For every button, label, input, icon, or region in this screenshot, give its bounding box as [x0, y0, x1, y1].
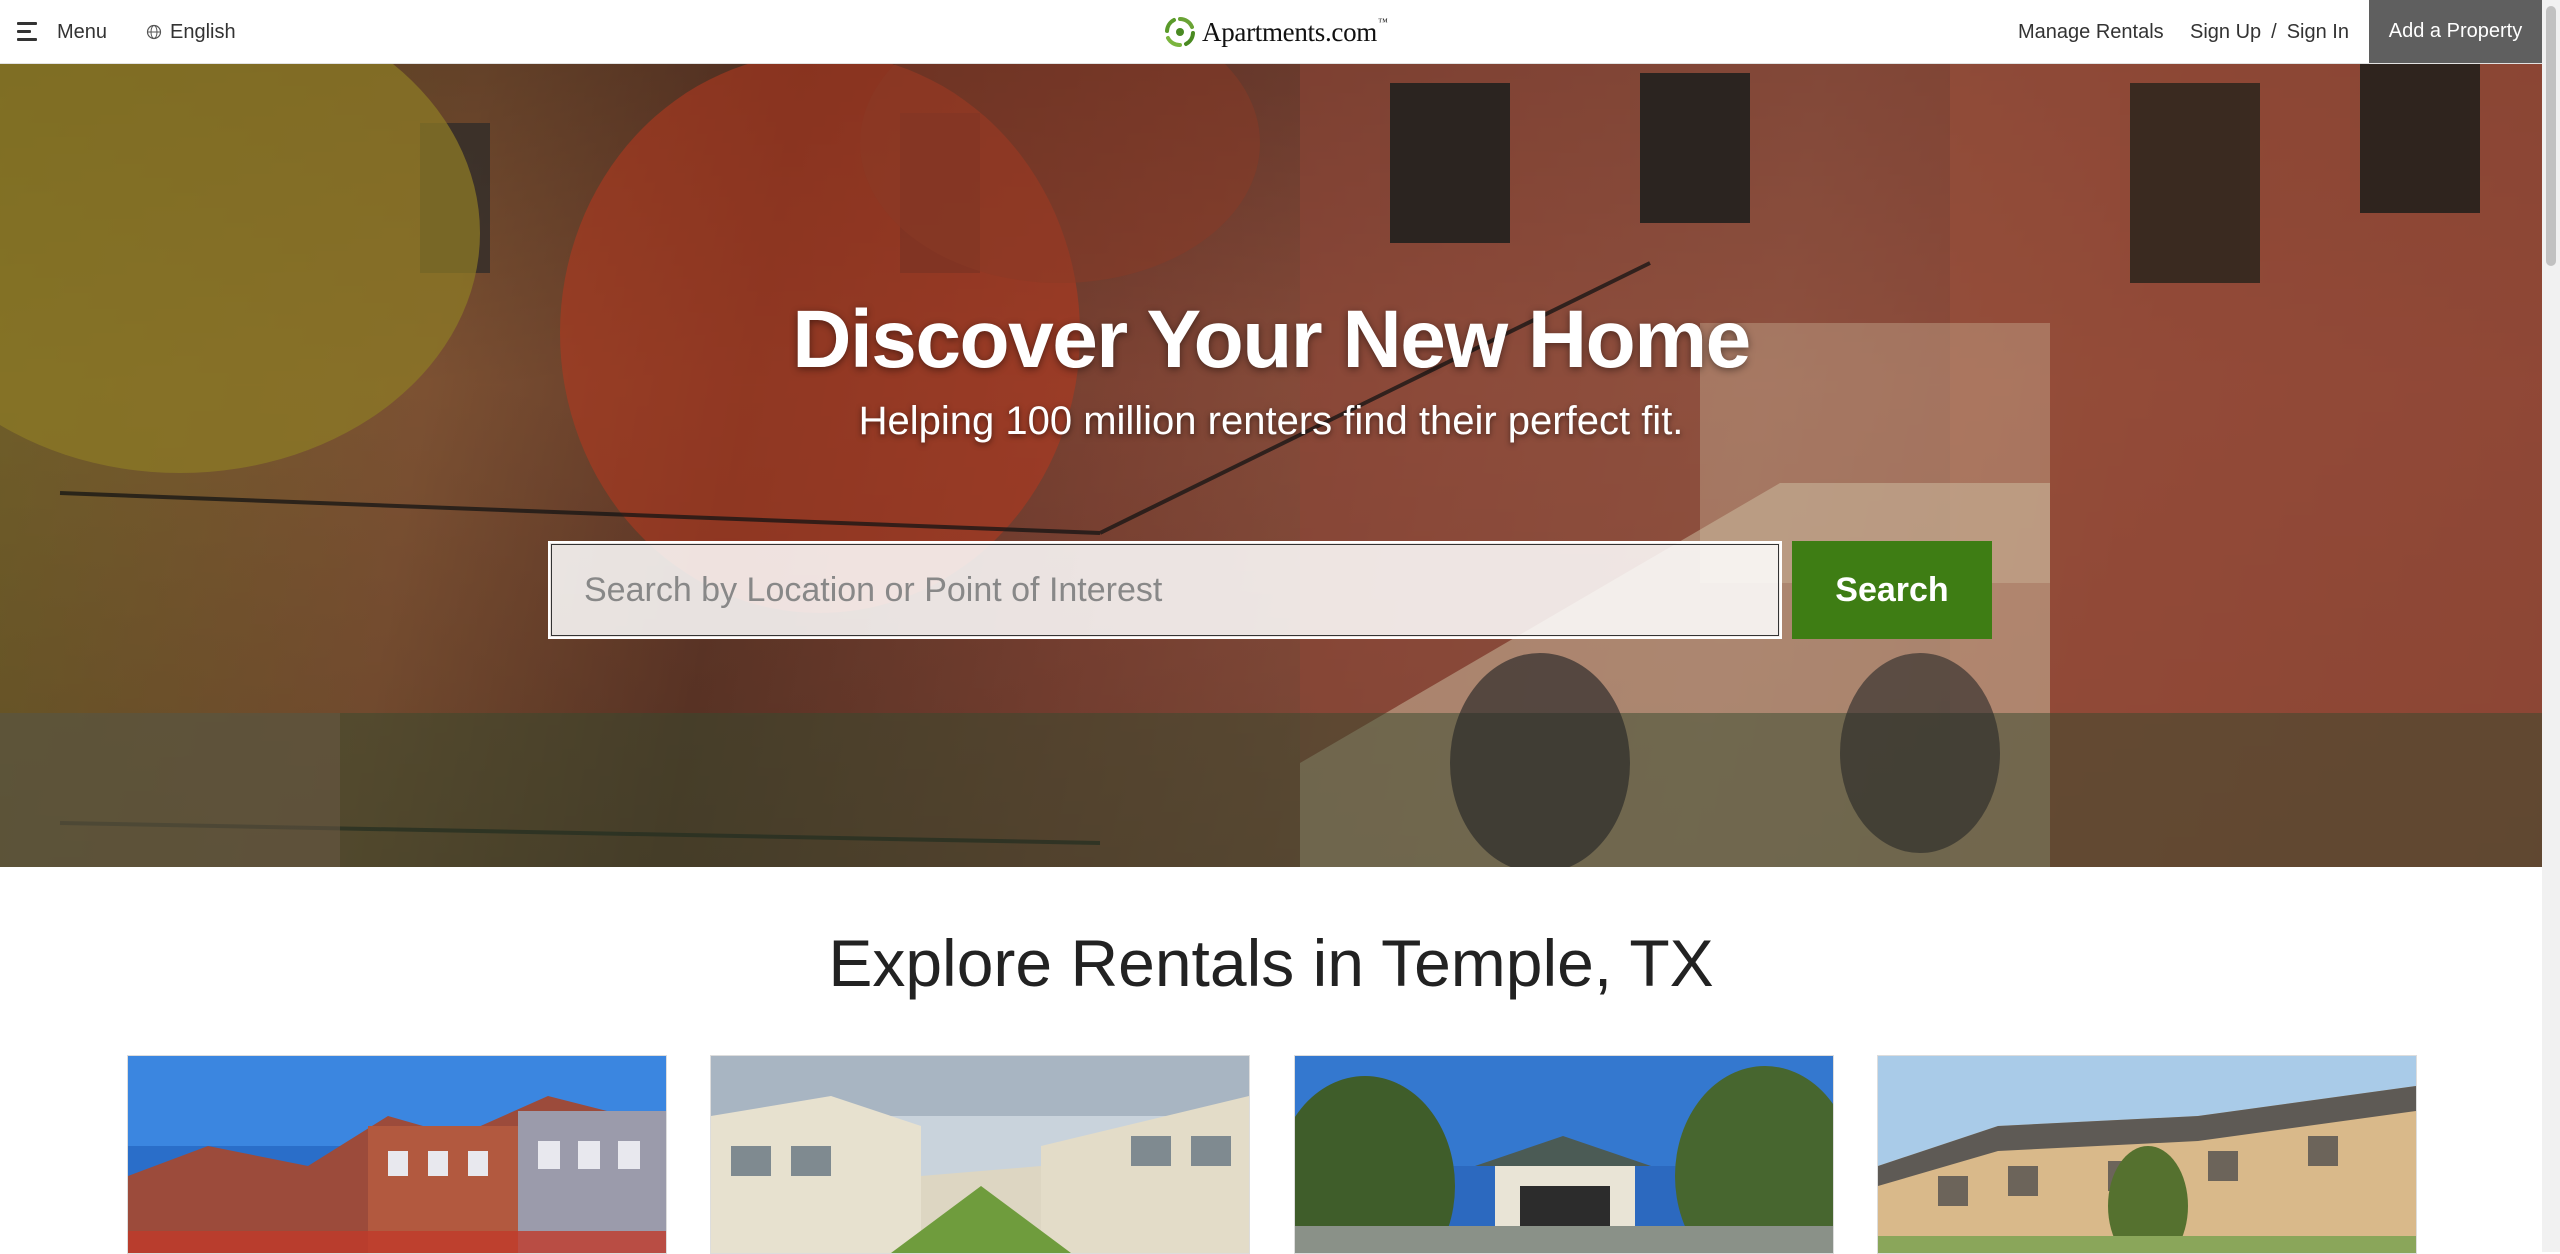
listing-photo — [1878, 1056, 2416, 1253]
menu-button[interactable]: Menu — [17, 16, 107, 48]
listing-card[interactable] — [1877, 1055, 2417, 1254]
globe-icon — [146, 24, 162, 40]
menu-label: Menu — [57, 20, 108, 43]
logo-text: Apartments.com — [1202, 16, 1378, 47]
sign-up-link[interactable]: Sign Up — [2190, 21, 2261, 44]
listing-photo — [128, 1056, 666, 1253]
scrollbar-thumb[interactable] — [2546, 6, 2556, 266]
site-header: Menu English Apartments.com™ Manage Rent… — [0, 0, 2542, 64]
hero-subtitle: Helping 100 million renters find their p… — [858, 399, 1684, 443]
listing-photo — [1295, 1056, 1833, 1253]
hero-banner: Discover Your New Home Helping 100 milli… — [0, 63, 2542, 867]
sign-in-link[interactable]: Sign In — [2287, 21, 2349, 44]
search-button[interactable]: Search — [1792, 541, 1992, 639]
hamburger-menu-icon — [17, 20, 37, 44]
language-label: English — [170, 20, 236, 43]
manage-rentals-link[interactable]: Manage Rentals — [2018, 21, 2164, 44]
site-logo[interactable]: Apartments.com™ — [1162, 12, 1388, 52]
listing-card[interactable] — [710, 1055, 1250, 1254]
page-scrollbar[interactable] — [2542, 0, 2560, 1252]
hero-title: Discover Your New Home — [792, 294, 1751, 385]
listing-photo — [711, 1056, 1249, 1253]
apartments-logo-icon — [1165, 17, 1195, 47]
hero-background-image — [0, 63, 2542, 867]
nav-separator: / — [2271, 20, 2277, 43]
add-property-button[interactable]: Add a Property — [2369, 0, 2542, 63]
location-search-input[interactable] — [548, 541, 1782, 639]
explore-rentals-heading: Explore Rentals in Temple, TX — [828, 926, 1714, 1000]
listing-card[interactable] — [1294, 1055, 1834, 1254]
language-selector[interactable]: English — [146, 16, 236, 48]
logo-trademark: ™ — [1378, 16, 1388, 28]
listing-card[interactable] — [127, 1055, 667, 1254]
